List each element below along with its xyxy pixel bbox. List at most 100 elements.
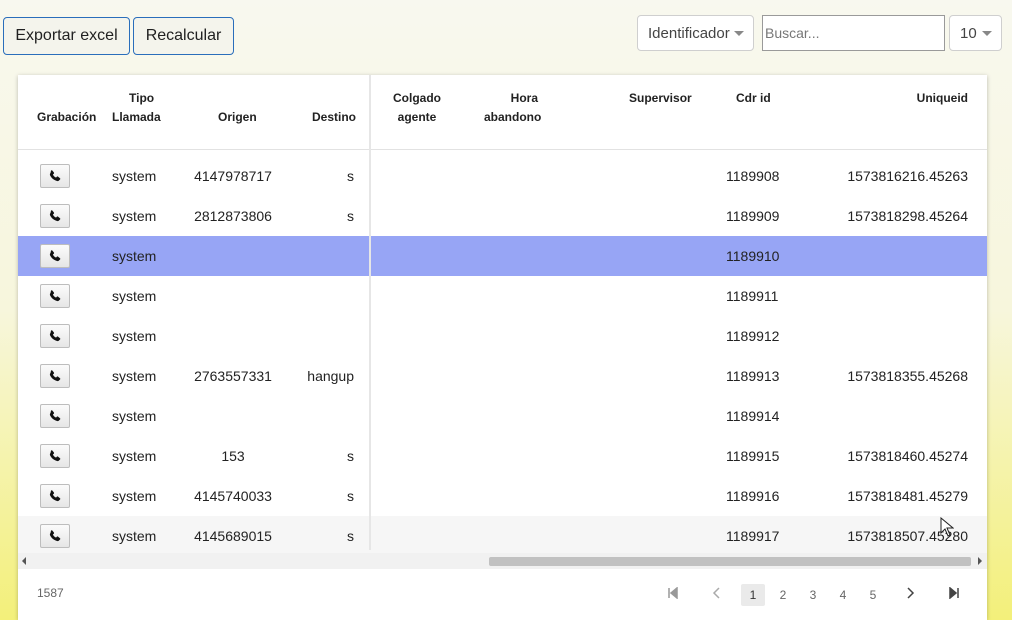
cell-uniqueid: 1573818460.45274 [847, 448, 968, 464]
play-recording-phone-icon[interactable] [40, 284, 70, 308]
next-page-icon[interactable] [901, 584, 919, 606]
table-row[interactable]: system 2763557331 hangup 1189913 1573818355.… [18, 356, 987, 396]
calls-table: Grabación Tipo Llamada Origen Destino Co… [18, 75, 987, 620]
table-row[interactable]: system 4145689015 s 1189917 1573818507.45280 [18, 516, 987, 556]
cell-origen [181, 316, 285, 356]
cell-origen [181, 276, 285, 316]
search-field-select[interactable]: Identificador [637, 15, 754, 51]
play-recording-phone-icon[interactable] [40, 364, 70, 388]
page-button[interactable]: 5 [861, 584, 885, 606]
column-header-hora-abandono[interactable]: Hora abandono [484, 89, 542, 127]
cell-tipo: system [112, 488, 157, 504]
cell-uniqueid: 1573818481.45279 [847, 488, 968, 504]
search-input[interactable] [762, 15, 945, 51]
cell-tipo: system [112, 528, 157, 544]
scroll-right-icon[interactable] [978, 557, 982, 565]
cell-cdr-id: 1189917 [726, 528, 780, 544]
cell-cdr-id: 1189910 [726, 248, 780, 264]
cell-tipo: system [112, 408, 157, 424]
column-header-tipo-line1: Tipo [129, 91, 155, 105]
previous-page-icon[interactable] [708, 584, 726, 606]
cell-tipo: system [112, 248, 157, 264]
cell-tipo: system [112, 448, 157, 464]
table-row[interactable]: system 153 s 1189915 1573818460.45274 [18, 436, 987, 476]
page-button[interactable]: 2 [771, 584, 795, 606]
table-row[interactable]: system 4145740033 s 1189916 1573818481.45279 [18, 476, 987, 516]
cell-cdr-id: 1189908 [726, 168, 780, 184]
page-size-select[interactable]: 10 [949, 15, 1002, 51]
cell-cdr-id: 1189914 [726, 408, 780, 424]
table-row[interactable]: system 1189911 [18, 276, 987, 316]
cell-tipo: system [112, 208, 157, 224]
page-button[interactable]: 3 [801, 584, 825, 606]
cell-destino: s [347, 488, 354, 504]
column-header-colgado-line1: Colgado [393, 91, 441, 105]
horizontal-scrollbar[interactable] [18, 553, 987, 569]
cell-cdr-id: 1189913 [726, 368, 780, 384]
play-recording-phone-icon[interactable] [40, 444, 70, 468]
cell-origen: 2812873806 [194, 208, 272, 224]
column-header-hora-line2: abandono [484, 110, 542, 124]
column-header-cdr-id[interactable]: Cdr id [736, 89, 771, 108]
table-row[interactable]: system 1189912 [18, 316, 987, 356]
column-header-colgado-line2: agente [397, 110, 437, 124]
cell-cdr-id: 1189915 [726, 448, 780, 464]
total-count: 1587 [37, 586, 64, 600]
cell-origen: 4145740033 [194, 488, 272, 504]
cell-destino: s [347, 448, 354, 464]
cell-tipo: system [112, 368, 157, 384]
column-header-hora-line1: Hora [510, 91, 538, 105]
cell-destino: s [347, 168, 354, 184]
play-recording-phone-icon[interactable] [40, 244, 70, 268]
cell-cdr-id: 1189909 [726, 208, 780, 224]
cell-cdr-id: 1189912 [726, 328, 780, 344]
play-recording-phone-icon[interactable] [40, 404, 70, 428]
page-size-value: 10 [960, 24, 977, 42]
cell-destino: s [347, 528, 354, 544]
recalculate-button[interactable]: Recalcular [133, 17, 234, 55]
cell-destino: s [347, 208, 354, 224]
scroll-left-icon[interactable] [22, 557, 26, 565]
column-header-grabacion[interactable]: Grabación [37, 108, 96, 127]
table-header: Grabación Tipo Llamada Origen Destino Co… [18, 75, 987, 150]
page-button[interactable]: 1 [741, 584, 765, 606]
play-recording-phone-icon[interactable] [40, 164, 70, 188]
table-row[interactable]: system 2812873806 s 1189909 1573818298.45264 [18, 196, 987, 236]
column-header-origen[interactable]: Origen [218, 108, 257, 127]
cell-uniqueid: 1573818355.45268 [847, 368, 968, 384]
column-header-colgado-agente[interactable]: Colgado agente [392, 89, 442, 127]
play-recording-phone-icon[interactable] [40, 524, 70, 548]
cell-tipo: system [112, 168, 157, 184]
last-page-icon[interactable] [945, 584, 963, 606]
column-header-supervisor[interactable]: Supervisor [629, 89, 692, 108]
table-row[interactable]: system 1189910 [18, 236, 987, 276]
cell-destino: hangup [307, 368, 354, 384]
column-header-uniqueid[interactable]: Uniqueid [917, 89, 968, 108]
cell-tipo: system [112, 328, 157, 344]
cell-origen: 4145689015 [194, 528, 272, 544]
table-footer: 1587 12345 [18, 569, 987, 620]
chevron-down-icon [982, 31, 992, 36]
chevron-down-icon [734, 31, 744, 36]
cell-origen [181, 236, 285, 276]
first-page-icon[interactable] [664, 584, 682, 606]
search-field-select-value: Identificador [648, 24, 730, 42]
table-row[interactable]: system 1189914 [18, 396, 987, 436]
page-button[interactable]: 4 [831, 584, 855, 606]
cell-cdr-id: 1189916 [726, 488, 780, 504]
column-header-destino[interactable]: Destino [312, 108, 356, 127]
export-excel-button[interactable]: Exportar excel [3, 17, 130, 55]
cell-tipo: system [112, 288, 157, 304]
cell-origen: 4147978717 [194, 168, 272, 184]
scrollbar-thumb[interactable] [489, 557, 971, 566]
column-header-tipo-llamada[interactable]: Tipo Llamada [112, 89, 172, 127]
play-recording-phone-icon[interactable] [40, 204, 70, 228]
cell-origen: 2763557331 [194, 368, 272, 384]
play-recording-phone-icon[interactable] [40, 324, 70, 348]
cell-origen: 153 [221, 448, 245, 464]
column-header-tipo-line2: Llamada [112, 110, 161, 124]
cell-origen [181, 396, 285, 436]
table-row[interactable]: system 4147978717 s 1189908 1573816216.45263 [18, 156, 987, 196]
cell-uniqueid: 1573816216.45263 [847, 168, 968, 184]
play-recording-phone-icon[interactable] [40, 484, 70, 508]
